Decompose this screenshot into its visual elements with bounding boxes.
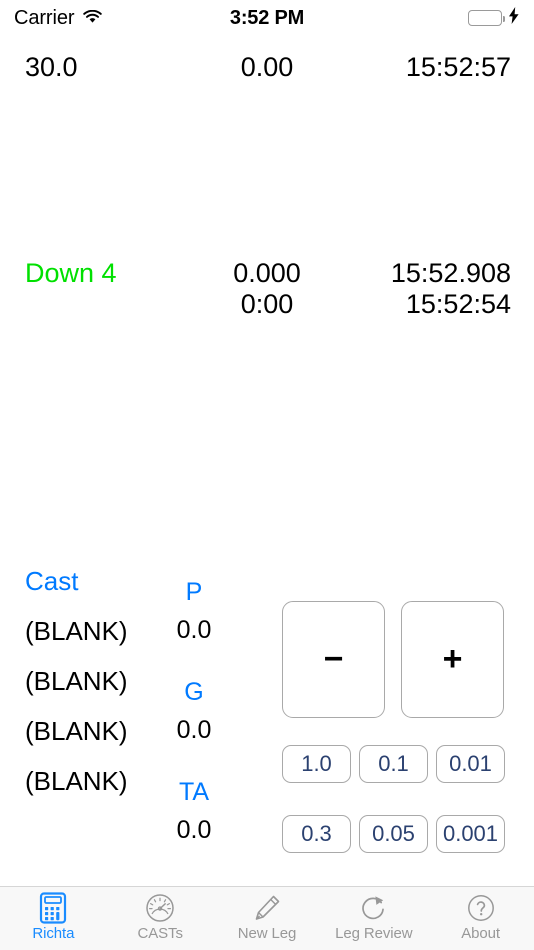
tab-label-leg-review: Leg Review: [335, 925, 413, 942]
param-value-g[interactable]: 0.0: [177, 712, 212, 750]
app-root: Carrier 3:52 PM 30.0 0.00 15:52:57 Down …: [0, 0, 534, 950]
param-group-g: G 0.0: [148, 674, 240, 774]
cast-row-name-3[interactable]: (BLANK): [0, 706, 150, 756]
leg-distance-value: 0.000: [233, 258, 301, 288]
param-value-p[interactable]: 0.0: [177, 612, 212, 650]
tab-label-casts: CASTs: [137, 925, 183, 942]
lightning-bolt-icon: [508, 6, 520, 30]
cast-panel: Cast (BLANK) (BLANK) (BLANK) (BLANK) P 0…: [0, 556, 262, 844]
target-speed-value: 30.0: [25, 52, 78, 82]
increment-step-row-1: 1.0 0.1 0.01: [282, 745, 534, 783]
cast-rows: Cast (BLANK) (BLANK) (BLANK) (BLANK) P 0…: [0, 556, 262, 844]
tab-label-about: About: [461, 925, 500, 942]
pencil-icon: [252, 892, 282, 924]
param-label-p[interactable]: P: [186, 574, 203, 612]
increment-step-grid: 1.0 0.1 0.01 0.3 0.05 0.001: [282, 745, 534, 853]
leg-data-row-primary: Down 4 0.000 15:52.908: [0, 258, 534, 290]
tab-item-about[interactable]: About: [428, 892, 534, 941]
top-data-row: 30.0 0.00 15:52:57: [0, 52, 534, 84]
step-button-0-1[interactable]: 0.1: [359, 745, 428, 783]
gauge-icon: [145, 892, 175, 924]
status-bar-right: [304, 6, 520, 30]
decrement-button[interactable]: −: [282, 601, 385, 718]
step-button-0-05[interactable]: 0.05: [359, 815, 428, 853]
cast-row-name-2[interactable]: (BLANK): [0, 656, 150, 706]
tab-item-new-leg[interactable]: New Leg: [214, 892, 320, 941]
cast-heading[interactable]: Cast: [0, 556, 150, 606]
tab-label-richta: Richta: [32, 925, 75, 942]
param-group-ta: TA 0.0: [148, 774, 240, 874]
cast-param-column: P 0.0 G 0.0 TA 0.0: [148, 574, 240, 874]
wifi-icon: [83, 7, 103, 30]
cast-row-name-4[interactable]: (BLANK): [0, 756, 150, 806]
cast-name-column: Cast (BLANK) (BLANK) (BLANK) (BLANK): [0, 556, 150, 806]
battery-cap: [502, 15, 505, 22]
leg-clock-value: 15:52:54: [405, 289, 511, 319]
tab-bar: Richta CASTs New Leg Leg Review About: [0, 886, 534, 950]
leg-status-label: Down 4: [25, 258, 117, 288]
refresh-icon: [359, 892, 389, 924]
battery-icon: [468, 10, 505, 26]
step-button-0-3[interactable]: 0.3: [282, 815, 351, 853]
step-button-1-0[interactable]: 1.0: [282, 745, 351, 783]
step-button-0-01[interactable]: 0.01: [436, 745, 505, 783]
tab-item-leg-review[interactable]: Leg Review: [321, 892, 427, 941]
status-bar-left: Carrier: [14, 7, 230, 30]
carrier-label: Carrier: [14, 6, 75, 29]
increment-button[interactable]: +: [401, 601, 504, 718]
param-value-ta[interactable]: 0.0: [177, 812, 212, 850]
leg-elapsed-value: 0:00: [240, 289, 294, 319]
leg-time-value: 15:52.908: [390, 258, 511, 288]
distance-value: 0.00: [240, 52, 294, 82]
leg-data-row-secondary: 0:00 15:52:54: [0, 289, 534, 321]
calculator-icon: [39, 892, 67, 924]
step-button-0-001[interactable]: 0.001: [436, 815, 505, 853]
increment-step-row-2: 0.3 0.05 0.001: [282, 815, 534, 853]
tab-item-casts[interactable]: CASTs: [107, 892, 213, 941]
param-label-g[interactable]: G: [184, 674, 203, 712]
adjust-button-group: − +: [282, 601, 534, 718]
cast-row-name-1[interactable]: (BLANK): [0, 606, 150, 656]
param-label-ta[interactable]: TA: [179, 774, 209, 812]
tab-item-richta[interactable]: Richta: [0, 892, 106, 941]
current-clock-value: 15:52:57: [405, 52, 511, 82]
status-bar-clock: 3:52 PM: [229, 6, 305, 29]
tab-label-new-leg: New Leg: [237, 925, 297, 942]
question-circle-icon: [466, 892, 496, 924]
param-group-p: P 0.0: [148, 574, 240, 674]
status-bar: Carrier 3:52 PM: [0, 0, 534, 36]
